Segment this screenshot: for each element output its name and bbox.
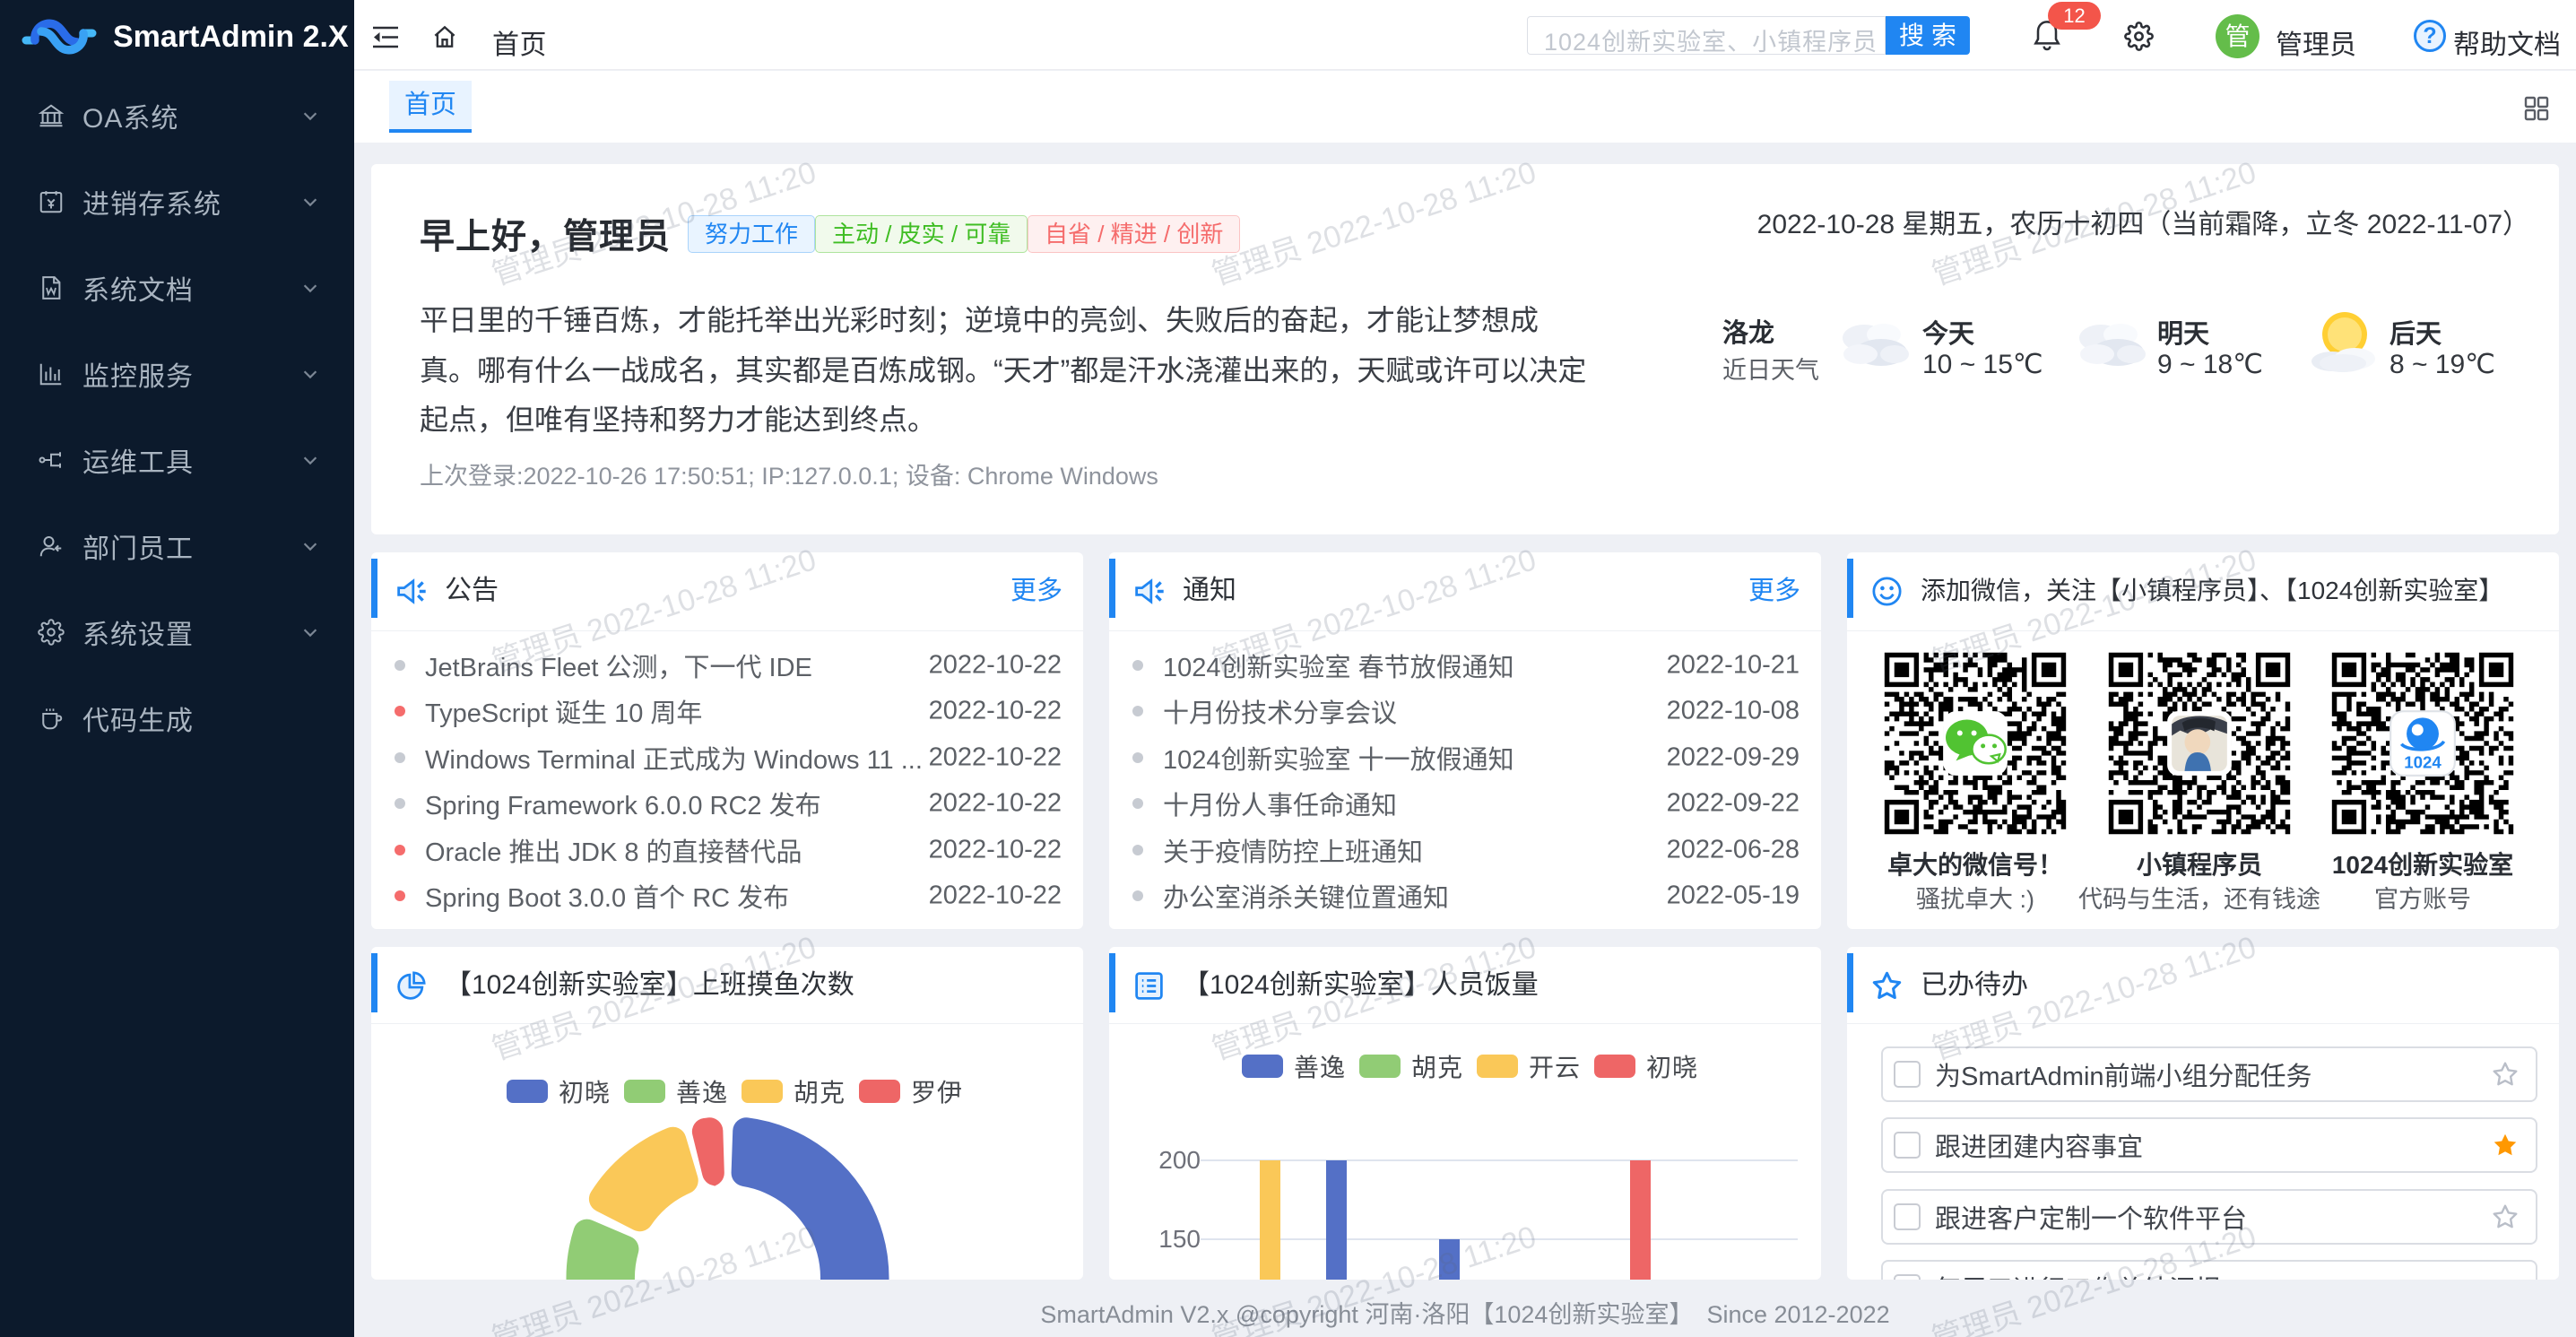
svg-text:1024: 1024 — [2404, 752, 2442, 771]
